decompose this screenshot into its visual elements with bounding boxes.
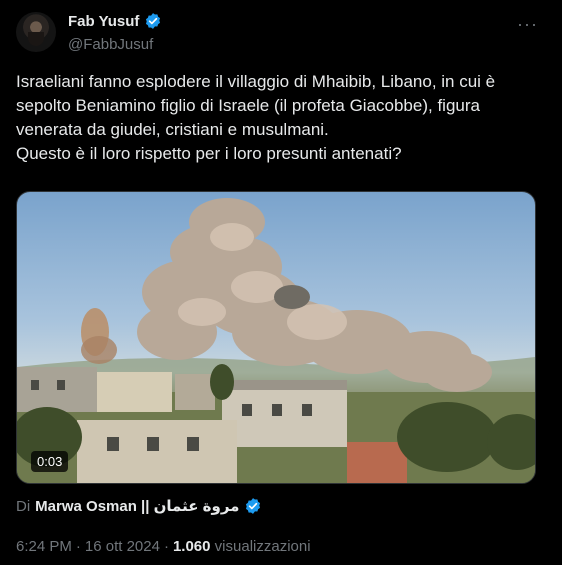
credit-prefix: Di — [16, 497, 31, 515]
author-name-row[interactable]: Fab Yusuf — [68, 12, 162, 30]
verified-badge-icon — [146, 13, 161, 29]
tweet-time[interactable]: 6:24 PM — [16, 538, 72, 555]
meta-separator: · — [163, 538, 169, 555]
media-credit: Di Marwa Osman || مروة عثمان — [16, 497, 262, 515]
video-duration: 0:03 — [31, 451, 69, 472]
video-frame — [17, 198, 535, 483]
author-handle[interactable]: @FabbJusuf — [68, 36, 153, 53]
video-player[interactable]: 0:03 — [16, 191, 536, 484]
meta-separator: · — [75, 538, 81, 555]
tweet-text: Israeliani fanno esplodere il villaggio … — [16, 72, 496, 163]
tweet-meta: 6:24 PM · 16 ott 2024 · 1.060 visualizzazion… — [16, 538, 311, 555]
author-display-name[interactable]: Fab Yusuf — [68, 13, 139, 30]
avatar-beard — [28, 32, 44, 46]
verified-badge-icon — [246, 498, 261, 514]
views-label: visualizzazioni — [214, 538, 311, 555]
credit-name[interactable]: Marwa Osman || مروة عثمان — [35, 497, 239, 515]
more-options-icon[interactable]: ··· — [517, 14, 538, 35]
views-count: 1.060 — [172, 538, 211, 555]
tweet-date[interactable]: 16 ott 2024 — [85, 538, 160, 555]
avatar[interactable] — [16, 12, 56, 52]
